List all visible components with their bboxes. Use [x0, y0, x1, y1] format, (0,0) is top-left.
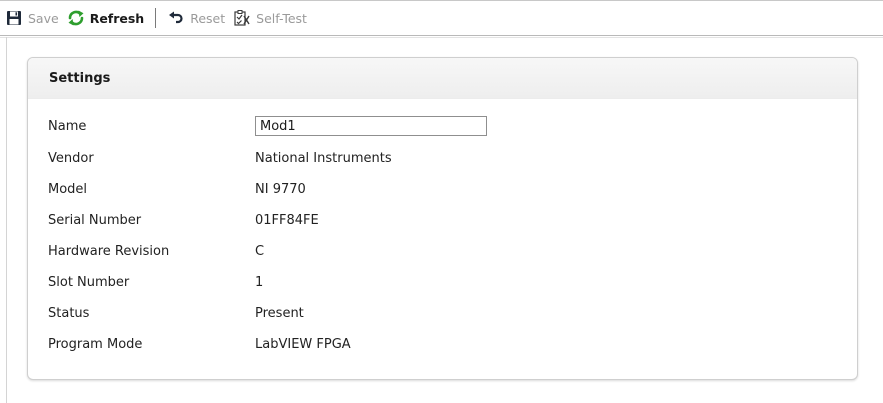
toolbar-bottom-border — [0, 35, 883, 36]
program-mode-row: Program Mode LabVIEW FPGA — [48, 333, 351, 355]
model-value: NI 9770 — [255, 181, 306, 197]
status-value: Present — [255, 305, 304, 321]
toolbar-divider — [155, 8, 157, 28]
slot-number-label: Slot Number — [48, 274, 130, 290]
reset-icon — [167, 9, 185, 27]
reset-label: Reset — [190, 10, 226, 26]
model-label: Model — [48, 181, 88, 197]
refresh-icon — [67, 9, 85, 27]
save-label: Save — [28, 10, 59, 26]
self-test-icon — [233, 9, 251, 27]
save-icon — [5, 9, 23, 27]
settings-panel: Settings Name Vendor National Instrument… — [27, 57, 858, 380]
status-label: Status — [48, 305, 90, 321]
name-label: Name — [48, 118, 87, 134]
toolbar: Save Refresh Reset Self-Test — [0, 1, 883, 35]
program-mode-label: Program Mode — [48, 336, 143, 352]
hardware-revision-row: Hardware Revision C — [48, 240, 264, 262]
hardware-revision-value: C — [255, 243, 265, 259]
save-button[interactable]: Save — [2, 6, 62, 30]
self-test-button[interactable]: Self-Test — [230, 6, 310, 30]
status-row: Status Present — [48, 302, 304, 324]
vendor-label: Vendor — [48, 150, 94, 166]
slot-number-value: 1 — [255, 274, 264, 290]
vendor-row: Vendor National Instruments — [48, 147, 392, 169]
serial-number-value: 01FF84FE — [255, 212, 319, 228]
content-left-border — [6, 37, 7, 403]
slot-number-row: Slot Number 1 — [48, 271, 263, 293]
vendor-value: National Instruments — [255, 150, 392, 166]
reset-button[interactable]: Reset — [164, 6, 228, 30]
program-mode-value: LabVIEW FPGA — [255, 336, 351, 352]
serial-number-row: Serial Number 01FF84FE — [48, 209, 319, 231]
panel-title: Settings — [28, 58, 857, 99]
refresh-button[interactable]: Refresh — [64, 6, 148, 30]
name-input[interactable] — [255, 116, 487, 136]
serial-number-label: Serial Number — [48, 212, 142, 228]
model-row: Model NI 9770 — [48, 178, 306, 200]
toolbar-bottom-border-secondary — [0, 37, 883, 38]
name-row: Name — [48, 115, 487, 137]
hardware-revision-label: Hardware Revision — [48, 243, 170, 259]
self-test-label: Self-Test — [256, 10, 307, 26]
refresh-label: Refresh — [89, 10, 145, 26]
